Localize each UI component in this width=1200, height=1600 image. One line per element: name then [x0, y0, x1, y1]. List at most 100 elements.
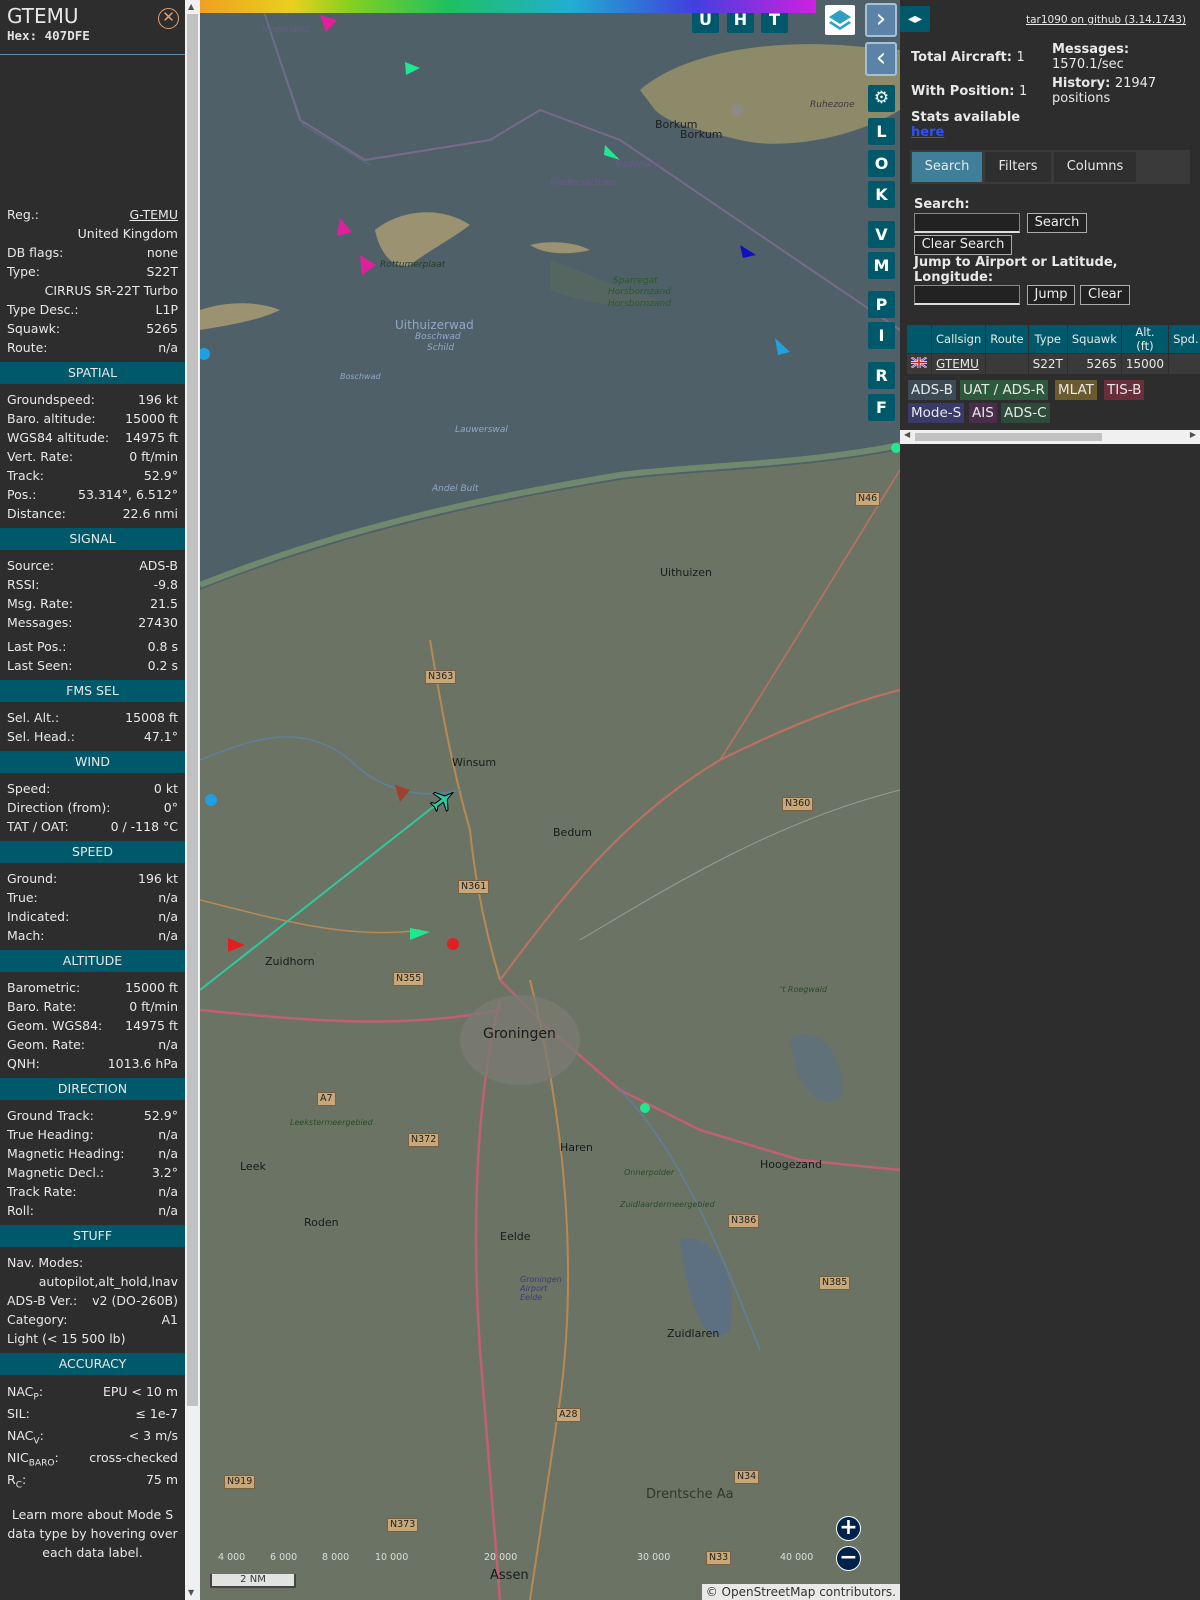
- info-label[interactable]: QNH:: [7, 1054, 40, 1073]
- info-scrollbar[interactable]: ▲ ▼: [185, 0, 200, 1600]
- info-label[interactable]: TAT / OAT:: [7, 817, 69, 836]
- info-label[interactable]: Type:: [7, 262, 40, 281]
- info-label[interactable]: Magnetic Decl.:: [7, 1163, 104, 1182]
- table-row[interactable]: GTEMU S22T 5265 15000: [907, 354, 1200, 374]
- info-label[interactable]: Direction (from):: [7, 798, 111, 817]
- stats-link[interactable]: here: [911, 125, 1020, 140]
- info-label[interactable]: True:: [7, 888, 38, 907]
- road-shield: N46: [855, 492, 881, 506]
- row-callsign[interactable]: GTEMU: [932, 354, 986, 374]
- map-button-p[interactable]: P: [868, 291, 895, 318]
- col-alt[interactable]: Alt. (ft): [1121, 325, 1169, 353]
- github-link[interactable]: tar1090 on github (3.14.1743): [1026, 14, 1186, 26]
- info-label[interactable]: ADS-B Ver.:: [7, 1291, 77, 1310]
- info-label[interactable]: Reg.:: [7, 205, 39, 224]
- info-label[interactable]: Category:: [7, 1310, 67, 1329]
- scroll-right-icon[interactable]: ▶: [1190, 430, 1196, 439]
- map-button-i[interactable]: I: [868, 322, 895, 349]
- info-label[interactable]: Ground Track:: [7, 1106, 94, 1125]
- zoom-in-button[interactable]: +: [836, 1516, 861, 1541]
- tab-search[interactable]: Search: [912, 152, 982, 182]
- map-button-m[interactable]: M: [868, 252, 895, 279]
- info-label[interactable]: True Heading:: [7, 1125, 94, 1144]
- registration-link[interactable]: G-TEMU: [129, 205, 178, 224]
- tab-filters[interactable]: Filters: [985, 152, 1051, 182]
- col-squawk[interactable]: Squawk: [1067, 325, 1121, 353]
- info-label[interactable]: RSSI:: [7, 575, 39, 594]
- info-label[interactable]: Light (< 15 500 lb): [7, 1329, 126, 1348]
- col-type[interactable]: Type: [1028, 325, 1067, 353]
- next-arrow-icon[interactable]: ›: [865, 3, 897, 37]
- info-label[interactable]: Route:: [7, 338, 48, 357]
- road-shield: N360: [782, 797, 814, 811]
- col-callsign[interactable]: Callsign: [932, 325, 986, 353]
- map-button-v[interactable]: V: [868, 221, 895, 248]
- info-label[interactable]: Geom. WGS84:: [7, 1016, 102, 1035]
- col-route[interactable]: Route: [986, 325, 1028, 353]
- info-label[interactable]: Source:: [7, 556, 54, 575]
- clear-search-button[interactable]: Clear Search: [914, 235, 1012, 255]
- info-label[interactable]: Magnetic Heading:: [7, 1144, 124, 1163]
- col-flag[interactable]: [907, 325, 931, 353]
- info-label[interactable]: Ground:: [7, 869, 57, 888]
- map-button-k[interactable]: K: [868, 181, 895, 208]
- map-button-r[interactable]: R: [868, 362, 895, 389]
- info-label[interactable]: Sel. Head.:: [7, 727, 75, 746]
- scroll-left-icon[interactable]: ◀: [904, 430, 910, 439]
- info-label[interactable]: Msg. Rate:: [7, 594, 73, 613]
- info-label[interactable]: WGS84 altitude:: [7, 428, 109, 447]
- hscroll-thumb[interactable]: [915, 433, 1102, 441]
- tab-columns[interactable]: Columns: [1054, 152, 1136, 182]
- source-badge: ADS-C: [1001, 403, 1050, 423]
- info-label[interactable]: Baro. altitude:: [7, 409, 96, 428]
- info-label[interactable]: Speed:: [7, 779, 50, 798]
- scroll-down-icon[interactable]: ▼: [188, 1588, 194, 1597]
- info-label[interactable]: Squawk:: [7, 319, 60, 338]
- info-label[interactable]: Messages:: [7, 613, 73, 632]
- info-label[interactable]: Sel. Alt.:: [7, 708, 59, 727]
- info-label[interactable]: Baro. Rate:: [7, 997, 76, 1016]
- clear-button[interactable]: Clear: [1080, 285, 1130, 305]
- info-label[interactable]: NACP:: [7, 1381, 43, 1403]
- close-icon[interactable]: ✕: [158, 8, 179, 29]
- info-label[interactable]: SIL:: [7, 1403, 30, 1425]
- info-label[interactable]: Track Rate:: [7, 1182, 77, 1201]
- info-label[interactable]: Geom. Rate:: [7, 1035, 85, 1054]
- info-label[interactable]: Track:: [7, 466, 44, 485]
- info-label[interactable]: Mach:: [7, 926, 44, 945]
- map-attribution[interactable]: © OpenStreetMap contributors.: [701, 1584, 900, 1600]
- panel-toggle-icon[interactable]: ◂▸: [900, 6, 930, 32]
- scroll-up-icon[interactable]: ▲: [188, 2, 194, 11]
- map-place-label: Leek: [240, 1160, 266, 1173]
- table-horizontal-scrollbar[interactable]: ◀ ▶: [900, 430, 1200, 444]
- map-button-o[interactable]: O: [868, 150, 895, 177]
- layers-icon[interactable]: [825, 5, 855, 35]
- map-view[interactable]: Borkum Borkum Rottumerplaat Uithuizerwad Bos…: [200, 0, 900, 1600]
- info-label[interactable]: RC:: [7, 1469, 26, 1491]
- settings-gear-icon[interactable]: ⚙: [868, 85, 895, 112]
- info-label[interactable]: Type Desc.:: [7, 300, 79, 319]
- map-button-l[interactable]: L: [868, 118, 895, 145]
- map-button-f[interactable]: F: [868, 394, 895, 421]
- info-label[interactable]: Vert. Rate:: [7, 447, 73, 466]
- col-spd[interactable]: Spd.: [1169, 325, 1200, 353]
- info-label[interactable]: NICBARO:: [7, 1447, 59, 1469]
- info-label[interactable]: Last Seen:: [7, 656, 72, 675]
- info-label[interactable]: NACV:: [7, 1425, 44, 1447]
- jump-input[interactable]: [914, 285, 1020, 305]
- zoom-out-button[interactable]: −: [836, 1546, 861, 1571]
- info-label[interactable]: DB flags:: [7, 243, 63, 262]
- info-label[interactable]: Distance:: [7, 504, 66, 523]
- prev-arrow-icon[interactable]: ‹: [865, 42, 897, 76]
- search-button[interactable]: Search: [1027, 213, 1087, 233]
- info-label[interactable]: Roll:: [7, 1201, 34, 1220]
- info-label[interactable]: Indicated:: [7, 907, 69, 926]
- jump-button[interactable]: Jump: [1027, 285, 1075, 305]
- scrollbar-thumb[interactable]: [187, 14, 198, 1406]
- info-label[interactable]: Last Pos.:: [7, 637, 66, 656]
- info-label[interactable]: Barometric:: [7, 978, 80, 997]
- info-label[interactable]: Nav. Modes:: [7, 1253, 83, 1272]
- info-label[interactable]: Pos.:: [7, 485, 36, 504]
- info-label[interactable]: Groundspeed:: [7, 390, 95, 409]
- search-input[interactable]: [914, 213, 1020, 233]
